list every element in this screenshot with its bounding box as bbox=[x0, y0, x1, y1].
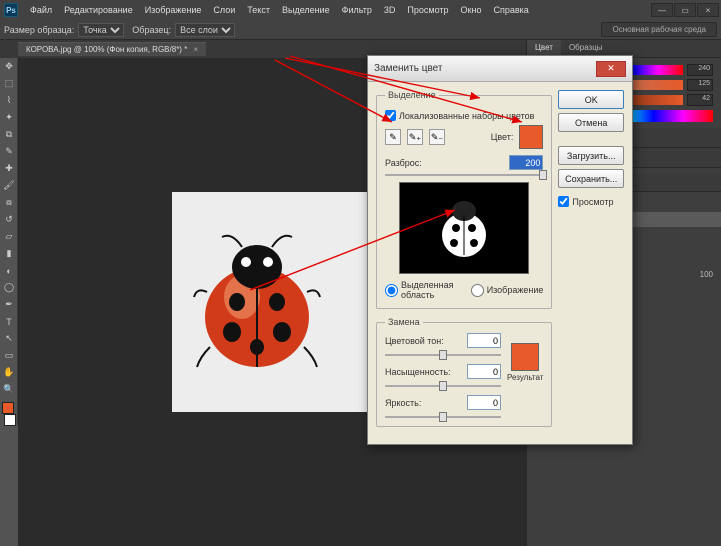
fuzziness-input[interactable] bbox=[509, 155, 543, 170]
maximize-button[interactable]: ▭ bbox=[674, 3, 696, 17]
eyedropper-icon[interactable]: ✎ bbox=[385, 129, 401, 145]
fill-val: 100 bbox=[700, 270, 713, 279]
result-label: Результат bbox=[507, 373, 543, 382]
canvas-document[interactable] bbox=[172, 192, 372, 412]
hue-label: Цветовой тон: bbox=[385, 336, 461, 346]
brush-tool[interactable]: 🖌 bbox=[0, 177, 18, 194]
hue-input[interactable] bbox=[467, 333, 501, 348]
document-title: КОРОВА.jpg @ 100% (Фон копия, RGB/8*) * bbox=[26, 45, 187, 54]
lasso-tool[interactable]: ⌇ bbox=[0, 92, 18, 109]
light-slider[interactable] bbox=[385, 416, 501, 418]
replace-legend: Замена bbox=[385, 317, 423, 327]
path-tool[interactable]: ↖ bbox=[0, 330, 18, 347]
menu-type[interactable]: Текст bbox=[241, 5, 276, 15]
dialog-titlebar[interactable]: Заменить цвет ✕ bbox=[368, 56, 632, 82]
wand-tool[interactable]: ✦ bbox=[0, 109, 18, 126]
localized-label: Локализованные наборы цветов bbox=[399, 111, 534, 121]
sat-input[interactable] bbox=[467, 364, 501, 379]
ok-button[interactable]: OK bbox=[558, 90, 624, 109]
menu-3d[interactable]: 3D bbox=[378, 5, 402, 15]
light-input[interactable] bbox=[467, 395, 501, 410]
foreground-color-swatch[interactable] bbox=[2, 402, 14, 414]
val-r[interactable]: 240 bbox=[687, 64, 713, 76]
menu-edit[interactable]: Редактирование bbox=[58, 5, 139, 15]
sample-size-label: Размер образца: bbox=[4, 25, 74, 35]
eyedropper-tool[interactable]: ✎ bbox=[0, 143, 18, 160]
sat-label: Насыщенность: bbox=[385, 367, 461, 377]
load-button[interactable]: Загрузить... bbox=[558, 146, 624, 165]
menu-select[interactable]: Выделение bbox=[276, 5, 336, 15]
ps-logo: Ps bbox=[4, 3, 18, 17]
menu-layer[interactable]: Слои bbox=[207, 5, 241, 15]
menu-help[interactable]: Справка bbox=[487, 5, 534, 15]
radio-image[interactable] bbox=[471, 284, 484, 297]
save-button[interactable]: Сохранить... bbox=[558, 169, 624, 188]
close-document-icon[interactable]: × bbox=[193, 45, 198, 54]
selection-preview[interactable] bbox=[399, 182, 529, 274]
tools-panel: ✥ ⬚ ⌇ ✦ ⧉ ✎ ✚ 🖌 ⧇ ↺ ▱ ▮ ◐ ◯ ✒ T ↖ ▭ ✋ 🔍 bbox=[0, 58, 18, 426]
minimize-button[interactable]: — bbox=[651, 3, 673, 17]
light-label: Яркость: bbox=[385, 398, 461, 408]
color-swatches[interactable] bbox=[0, 402, 18, 426]
move-tool[interactable]: ✥ bbox=[0, 58, 18, 75]
preview-checkbox[interactable] bbox=[558, 196, 569, 207]
result-color-swatch[interactable] bbox=[511, 343, 539, 371]
eyedropper-minus-icon[interactable]: ✎₋ bbox=[429, 129, 445, 145]
menu-image[interactable]: Изображение bbox=[139, 5, 208, 15]
radio-image-label: Изображение bbox=[487, 285, 544, 295]
radio-selection-label: Выделенная область bbox=[401, 280, 461, 300]
fuzziness-slider[interactable] bbox=[385, 174, 543, 176]
menu-file[interactable]: Файл bbox=[24, 5, 58, 15]
radio-selection-row[interactable]: Выделенная область bbox=[385, 280, 461, 300]
menu-filter[interactable]: Фильтр bbox=[336, 5, 378, 15]
eraser-tool[interactable]: ▱ bbox=[0, 228, 18, 245]
selection-legend: Выделение bbox=[385, 90, 439, 100]
sample-size-select[interactable]: Точка bbox=[78, 23, 124, 37]
localized-check-row[interactable]: Локализованные наборы цветов bbox=[385, 110, 543, 121]
replace-group: Замена Цветовой тон: Насыщенность: bbox=[376, 317, 552, 427]
dodge-tool[interactable]: ◯ bbox=[0, 279, 18, 296]
eyedropper-plus-icon[interactable]: ✎₊ bbox=[407, 129, 423, 145]
dialog-title: Заменить цвет bbox=[374, 63, 596, 74]
hue-slider[interactable] bbox=[385, 354, 501, 356]
close-button[interactable]: × bbox=[697, 3, 719, 17]
background-color-swatch[interactable] bbox=[4, 414, 16, 426]
hand-tool[interactable]: ✋ bbox=[0, 364, 18, 381]
dialog-close-button[interactable]: ✕ bbox=[596, 61, 626, 77]
replace-color-dialog: Заменить цвет ✕ Выделение Локализованные… bbox=[367, 55, 633, 445]
zoom-tool[interactable]: 🔍 bbox=[0, 381, 18, 398]
val-g[interactable]: 125 bbox=[687, 79, 713, 91]
menu-window[interactable]: Окно bbox=[455, 5, 488, 15]
preview-label: Просмотр bbox=[572, 197, 613, 207]
history-brush-tool[interactable]: ↺ bbox=[0, 211, 18, 228]
sample-select[interactable]: Все слои bbox=[175, 23, 235, 37]
crop-tool[interactable]: ⧉ bbox=[0, 126, 18, 143]
stamp-tool[interactable]: ⧇ bbox=[0, 194, 18, 211]
sample-label: Образец: bbox=[132, 25, 171, 35]
blur-tool[interactable]: ◐ bbox=[0, 262, 18, 279]
pen-tool[interactable]: ✒ bbox=[0, 296, 18, 313]
document-tab[interactable]: КОРОВА.jpg @ 100% (Фон копия, RGB/8*) * … bbox=[18, 42, 206, 56]
workspace-switcher[interactable]: Основная рабочая среда bbox=[601, 22, 717, 37]
menu-view[interactable]: Просмотр bbox=[401, 5, 454, 15]
localized-checkbox[interactable] bbox=[385, 110, 396, 121]
val-b[interactable]: 42 bbox=[687, 94, 713, 106]
heal-tool[interactable]: ✚ bbox=[0, 160, 18, 177]
color-label: Цвет: bbox=[491, 132, 514, 142]
preview-check-row[interactable]: Просмотр bbox=[558, 196, 624, 207]
sat-slider[interactable] bbox=[385, 385, 501, 387]
cancel-button[interactable]: Отмена bbox=[558, 113, 624, 132]
shape-tool[interactable]: ▭ bbox=[0, 347, 18, 364]
radio-image-row[interactable]: Изображение bbox=[471, 280, 544, 300]
fuzziness-label: Разброс: bbox=[385, 158, 422, 168]
selection-color-swatch[interactable] bbox=[519, 125, 543, 149]
selection-group: Выделение Локализованные наборы цветов ✎… bbox=[376, 90, 552, 309]
gradient-tool[interactable]: ▮ bbox=[0, 245, 18, 262]
ladybug-image bbox=[192, 227, 322, 377]
radio-selection[interactable] bbox=[385, 284, 398, 297]
type-tool[interactable]: T bbox=[0, 313, 18, 330]
marquee-tool[interactable]: ⬚ bbox=[0, 75, 18, 92]
